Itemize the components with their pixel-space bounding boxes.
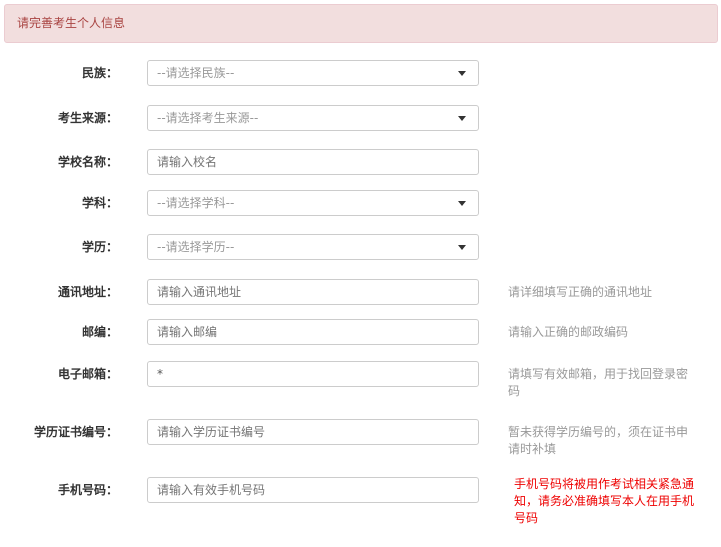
select-value: --请选择考生来源--: [157, 111, 259, 125]
field-label: 学历：: [81, 240, 118, 254]
field-label: 民族：: [81, 66, 118, 80]
field-label: 学科：: [81, 196, 118, 210]
address-input[interactable]: [147, 279, 479, 305]
caret-down-icon: [458, 71, 466, 76]
select-value: --请选择民族--: [157, 66, 235, 80]
postcode-input[interactable]: [147, 319, 479, 345]
help-text: 请输入正确的邮政编码: [508, 325, 629, 339]
phone-input[interactable]: [147, 477, 479, 503]
select-value: --请选择学科--: [157, 196, 235, 210]
select-value: --请选择学历--: [157, 240, 235, 254]
field-label: 考生来源：: [57, 111, 118, 125]
email-input[interactable]: [147, 361, 479, 387]
source-select[interactable]: --请选择考生来源--: [147, 105, 479, 131]
caret-down-icon: [458, 201, 466, 206]
field-label: 邮编：: [81, 325, 118, 339]
alert-banner: 请完善考生个人信息: [4, 4, 718, 43]
caret-down-icon: [458, 116, 466, 121]
help-text: 请填写有效邮箱，用于找回登录密码: [508, 367, 689, 398]
field-label: 学校名称：: [57, 155, 118, 169]
certificate-input[interactable]: [147, 419, 479, 445]
caret-down-icon: [458, 245, 466, 250]
phone-warning-text: 手机号码将被用作考试相关紧急通知，请务必准确填写本人在用手机号码: [514, 477, 695, 525]
field-label: 手机号码：: [57, 483, 118, 497]
field-label: 通讯地址：: [57, 285, 118, 299]
subject-select[interactable]: --请选择学科--: [147, 190, 479, 216]
ethnicity-select[interactable]: --请选择民族--: [147, 60, 479, 86]
field-label: 学历证书编号：: [33, 425, 118, 439]
education-select[interactable]: --请选择学历--: [147, 234, 479, 260]
field-label: 电子邮箱：: [57, 367, 118, 381]
school-input[interactable]: [147, 149, 479, 175]
help-text: 请详细填写正确的通讯地址: [508, 285, 653, 299]
help-text: 暂未获得学历编号的，须在证书申请时补填: [508, 425, 689, 456]
